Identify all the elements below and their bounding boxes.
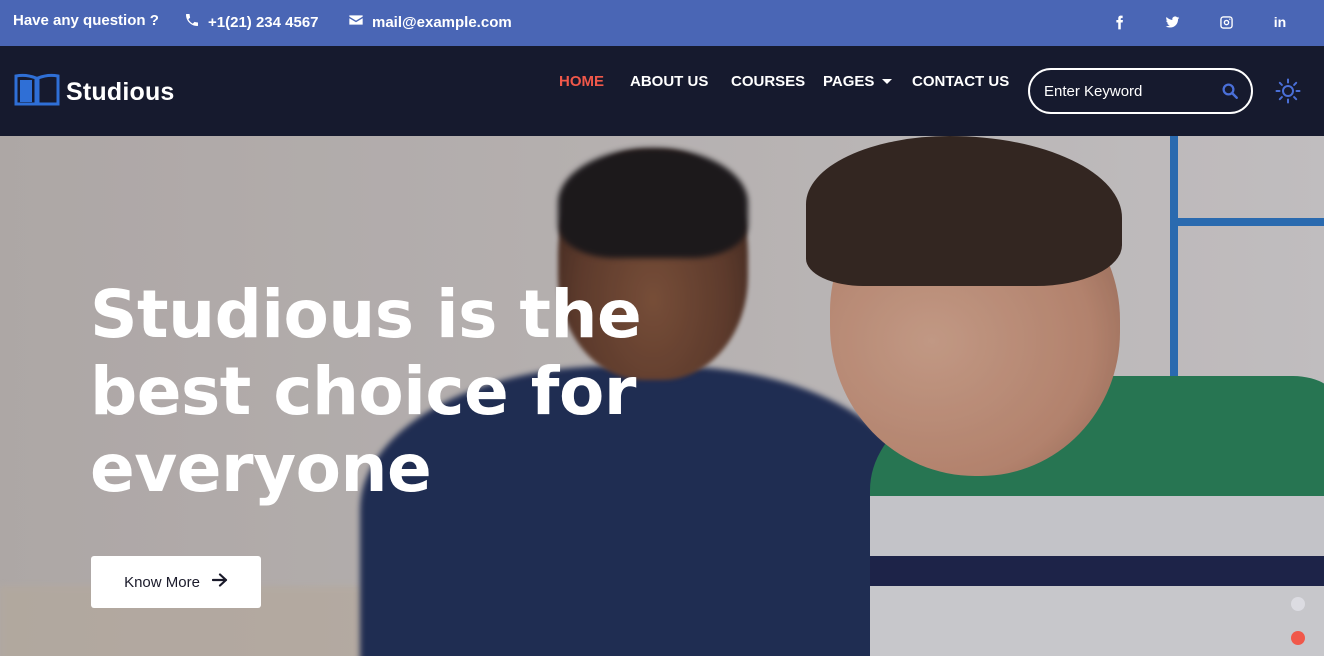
- sun-icon[interactable]: [1275, 78, 1301, 104]
- search-box: [1028, 68, 1253, 114]
- main-navbar: Studious HOME ABOUT US COURSES PAGES CON…: [0, 46, 1324, 136]
- brand-logo[interactable]: Studious: [14, 72, 175, 113]
- top-bar: Have any question ? +1(21) 234 4567 mail…: [0, 0, 1324, 46]
- facebook-icon[interactable]: [1109, 12, 1129, 32]
- open-book-icon: [14, 72, 60, 113]
- nav-item-about-us[interactable]: ABOUT US: [630, 73, 708, 90]
- slider-dot-1[interactable]: [1291, 597, 1305, 611]
- phone-number: +1(21) 234 4567: [208, 13, 319, 31]
- twitter-icon[interactable]: [1162, 12, 1182, 32]
- phone-icon: [184, 12, 200, 32]
- phone-contact[interactable]: +1(21) 234 4567: [184, 12, 319, 32]
- caret-down-icon: [882, 78, 893, 84]
- hero-heading-line: everyone: [90, 430, 432, 507]
- arrow-right-icon: [211, 573, 228, 591]
- hero-heading-line: best choice for: [90, 353, 636, 430]
- know-more-label: Know More: [124, 573, 200, 591]
- slider-dot-2-active[interactable]: [1291, 631, 1305, 645]
- nav-item-pages[interactable]: PAGES: [823, 72, 893, 90]
- know-more-button[interactable]: Know More: [91, 556, 261, 608]
- brand-name: Studious: [66, 78, 175, 106]
- mail-icon: [348, 12, 364, 32]
- nav-item-contact-us[interactable]: CONTACT US: [912, 73, 1009, 90]
- hero-heading: Studious is the best choice for everyone: [90, 276, 690, 507]
- hero-heading-line: Studious is the: [90, 276, 642, 353]
- search-icon[interactable]: [1221, 82, 1239, 100]
- nav-item-pages-label: PAGES: [823, 72, 875, 90]
- instagram-icon[interactable]: [1216, 12, 1236, 32]
- hero-slider: Studious is the best choice for everyone…: [0, 136, 1324, 656]
- email-address: mail@example.com: [372, 13, 512, 31]
- nav-item-courses[interactable]: COURSES: [731, 73, 805, 90]
- question-text: Have any question ?: [13, 12, 159, 29]
- nav-item-home[interactable]: HOME: [559, 73, 604, 90]
- linkedin-icon[interactable]: in: [1270, 12, 1290, 32]
- email-contact[interactable]: mail@example.com: [348, 12, 512, 32]
- search-input[interactable]: [1044, 82, 1214, 100]
